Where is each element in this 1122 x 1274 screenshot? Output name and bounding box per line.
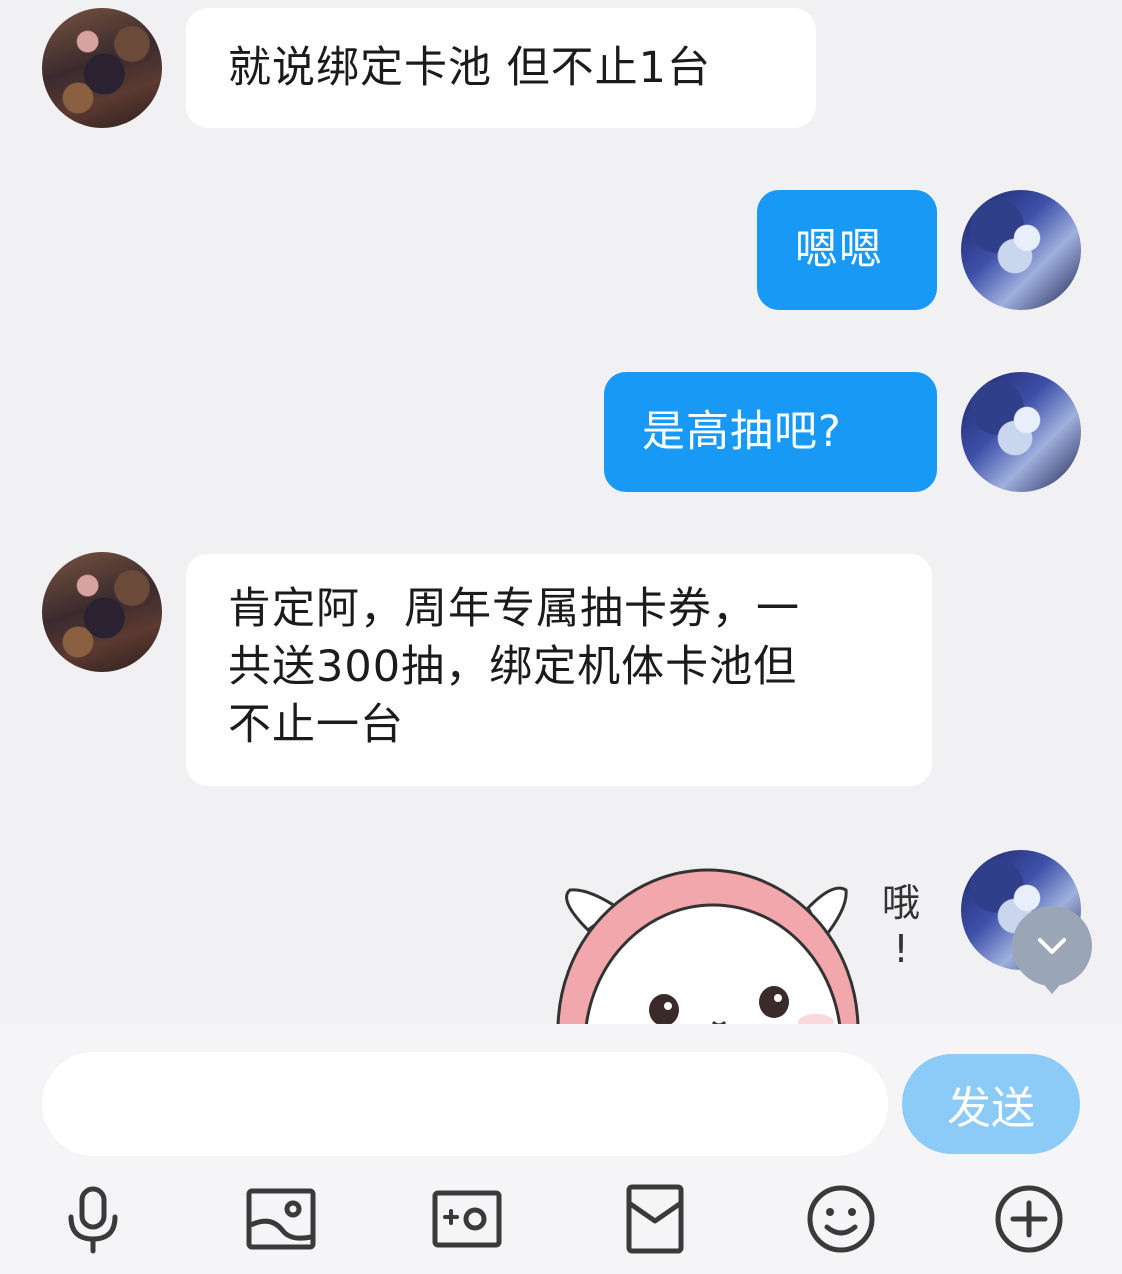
sticker-caption: 哦 ! — [866, 880, 936, 972]
my-avatar[interactable] — [961, 190, 1081, 310]
message-text: 嗯嗯 — [795, 225, 883, 275]
more-button[interactable] — [984, 1174, 1074, 1264]
input-toolbar — [0, 1174, 1122, 1264]
input-bar: 发送 — [0, 1024, 1122, 1274]
message-bubble-outgoing[interactable]: 是高抽吧? — [604, 372, 937, 492]
red-packet-icon — [626, 1184, 684, 1254]
sticker-image[interactable] — [548, 860, 868, 1024]
voice-button[interactable] — [48, 1174, 138, 1264]
message-bubble-outgoing[interactable]: 嗯嗯 — [757, 190, 937, 310]
plus-icon — [995, 1185, 1063, 1253]
camera-icon — [432, 1190, 502, 1248]
contact-avatar[interactable] — [42, 8, 162, 128]
my-avatar[interactable] — [961, 372, 1081, 492]
image-icon — [246, 1188, 316, 1250]
chat-screen: 就说绑定卡池 但不止1台 嗯嗯 是高抽吧? 肯定阿，周年专属抽卡券，一 共送30… — [0, 0, 1122, 1274]
scroll-to-bottom-button[interactable] — [1012, 906, 1092, 986]
message-text: 是高抽吧? — [642, 407, 842, 457]
message-text: 就说绑定卡池 但不止1台 — [228, 43, 712, 93]
camera-button[interactable] — [422, 1174, 512, 1264]
emoji-icon — [807, 1185, 875, 1253]
photo-button[interactable] — [236, 1174, 326, 1264]
message-line: 共送300抽，绑定机体卡池但 — [228, 642, 798, 692]
message-input[interactable] — [42, 1052, 888, 1156]
contact-avatar[interactable] — [42, 552, 162, 672]
message-line: 肯定阿，周年专属抽卡券，一 — [228, 584, 800, 634]
chevron-down-icon — [1038, 938, 1066, 954]
sticker-caption-line: ! — [893, 927, 909, 971]
red-packet-button[interactable] — [610, 1174, 700, 1264]
scroll-button-pointer — [1040, 980, 1064, 994]
microphone-icon — [68, 1186, 118, 1254]
message-bubble-incoming[interactable]: 就说绑定卡池 但不止1台 — [186, 8, 816, 128]
message-list[interactable]: 就说绑定卡池 但不止1台 嗯嗯 是高抽吧? 肯定阿，周年专属抽卡券，一 共送30… — [0, 0, 1122, 1024]
message-line: 不止一台 — [228, 700, 404, 750]
send-button[interactable]: 发送 — [902, 1054, 1080, 1154]
emoji-button[interactable] — [796, 1174, 886, 1264]
sticker-caption-line: 哦 — [881, 881, 920, 925]
message-bubble-incoming[interactable]: 肯定阿，周年专属抽卡券，一 共送300抽，绑定机体卡池但 不止一台 — [186, 554, 932, 786]
